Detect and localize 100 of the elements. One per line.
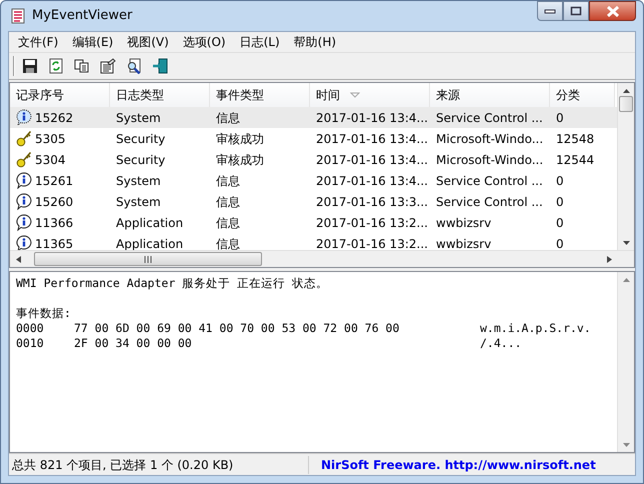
table-cell-text: 信息 [216, 214, 240, 232]
table-cell-text: 审核成功 [216, 152, 264, 168]
hex-bytes: 77 00 6D 00 69 00 41 00 70 00 53 00 72 00 76 00 [74, 321, 400, 336]
table-cell-text: 信息 [216, 110, 240, 126]
search-icon [126, 58, 142, 74]
table-cell-text: 0 [556, 172, 564, 190]
table-cell-text: Service Control ... [436, 172, 543, 190]
table-cell-text: 2017-01-16 13:2... [316, 214, 428, 232]
scroll-up-icon [622, 88, 630, 94]
table-cell-text: 2017-01-16 13:4... [316, 130, 428, 148]
refresh-icon [48, 58, 64, 74]
table-cell-text: Security [116, 130, 166, 148]
key-icon [16, 130, 33, 147]
table-cell-text: 12544 [556, 152, 594, 168]
table-cell-text: 信息 [216, 172, 240, 190]
table-cell-text: 2017-01-16 13:3... [316, 194, 428, 210]
table-cell-text: 2017-01-16 13:4... [316, 110, 428, 126]
table-cell-text: 15262 [35, 110, 74, 126]
key-icon [16, 151, 33, 168]
window-title: MyEventViewer [32, 7, 132, 26]
column-header[interactable]: 记录序号 [10, 83, 110, 107]
table-cell-text: Service Control ... [436, 194, 543, 210]
menu-item[interactable]: 日志(L) [232, 32, 287, 52]
properties-icon [100, 58, 116, 74]
info-icon [16, 235, 33, 250]
table-row[interactable]: 11366 Application 信息 2017-01-16 13:2... wwbizsrv 0 [10, 212, 617, 233]
vertical-scrollbar[interactable] [617, 83, 634, 250]
column-header[interactable]: 分类 [550, 83, 615, 107]
table-cell-text: Application [116, 236, 184, 250]
status-summary: 总共 821 个项目, 已选择 1 个 (0.20 KB) [9, 456, 309, 474]
table-cell-text: 0 [556, 194, 564, 210]
table-cell-text: Microsoft-Windo... [436, 152, 544, 168]
vertical-scrollbar[interactable] [617, 272, 634, 452]
table-cell-text: 15261 [35, 172, 74, 190]
table-cell-text: Security [116, 152, 166, 168]
table-cell-text: Application [116, 214, 184, 232]
table-cell-text: Service Control ... [436, 110, 543, 126]
maximize-button[interactable] [563, 1, 589, 21]
copy-icon [74, 58, 90, 74]
hex-offset: 0000 [16, 321, 45, 336]
table-cell-text: System [116, 194, 161, 210]
table-cell-text: 信息 [216, 236, 240, 250]
table-cell-text: wwbizsrv [436, 214, 492, 232]
scroll-right-icon [604, 254, 614, 264]
column-header[interactable]: 来源 [430, 83, 550, 107]
table-cell-text: 12548 [556, 130, 594, 148]
maximize-icon [570, 6, 582, 16]
hex-bytes: 2F 00 34 00 00 00 [74, 336, 193, 351]
close-icon [606, 6, 620, 16]
column-header[interactable]: 事件类型 [210, 83, 310, 107]
hex-ascii: w.m.i.A.p.S.r.v. [480, 321, 591, 336]
table-cell-text: System [116, 110, 161, 126]
scroll-left-icon [14, 254, 24, 264]
table-cell-text: wwbizsrv [436, 236, 492, 250]
data-label: 事件数据: [16, 306, 72, 321]
table-row[interactable]: 5304 Security 审核成功 2017-01-16 13:4... Microsoft-Windo... 12544 [10, 149, 617, 170]
table-cell-text: 2017-01-16 13:4... [316, 172, 428, 190]
table-cell-text: Microsoft-Windo... [436, 130, 544, 148]
table-cell-text: 信息 [216, 194, 240, 210]
table-cell-text: 0 [556, 110, 564, 126]
info-icon [16, 214, 33, 231]
close-button[interactable] [589, 1, 636, 21]
column-header[interactable]: 时间 [310, 83, 430, 107]
menu-item[interactable]: 视图(V) [120, 32, 176, 52]
minimize-icon [544, 8, 556, 14]
table-cell-text: 0 [556, 214, 564, 232]
scroll-down-icon [622, 240, 630, 246]
table-cell-text: 0 [556, 236, 564, 250]
save-icon [22, 58, 38, 74]
table-cell-text: 2017-01-16 13:2... [316, 236, 428, 250]
scroll-thumb[interactable] [619, 96, 633, 112]
table-cell-text: System [116, 172, 161, 190]
menu-item[interactable]: 选项(O) [176, 32, 233, 52]
hex-ascii: /.4... [480, 336, 522, 351]
table-row[interactable]: 15260 System 信息 2017-01-16 13:3... Service Control ... 0 [10, 191, 617, 212]
menu-item[interactable]: 文件(F) [11, 32, 66, 52]
table-row[interactable]: 15261 System 信息 2017-01-16 13:4... Service Control ... 0 [10, 170, 617, 191]
table-cell-text: 11365 [35, 236, 74, 250]
exit-door-icon [152, 58, 168, 74]
sort-icon [350, 92, 360, 98]
minimize-button[interactable] [537, 1, 563, 21]
table-cell-text: 15260 [35, 194, 74, 210]
horizontal-scrollbar[interactable] [10, 250, 634, 267]
menu-item[interactable]: 帮助(H) [286, 32, 344, 52]
column-header[interactable]: 日志类型 [110, 83, 210, 107]
table-cell-text: 审核成功 [216, 130, 264, 148]
scroll-down-icon [622, 442, 630, 448]
table-row[interactable]: 5305 Security 审核成功 2017-01-16 13:4... Microsoft-Windo... 12548 [10, 128, 617, 149]
table-cell-text: 11366 [35, 214, 74, 232]
table-cell-text: 2017-01-16 13:4... [316, 152, 428, 168]
info-icon [16, 193, 33, 210]
credit-link[interactable]: NirSoft Freeware. http://www.nirsoft.net [309, 456, 596, 474]
event-message: WMI Performance Adapter 服务处于 正在运行 状态。 [16, 276, 330, 291]
table-row[interactable]: 11365 Application 信息 2017-01-16 13:2... wwbizsrv 0 [10, 233, 617, 250]
menu-item[interactable]: 编辑(E) [65, 32, 120, 52]
info-icon [16, 109, 33, 126]
table-row[interactable]: 15262 System 信息 2017-01-16 13:4... Service Control ... 0 [10, 107, 617, 128]
app-icon [10, 8, 26, 24]
hex-offset: 0010 [16, 336, 45, 351]
info-icon [16, 172, 33, 189]
